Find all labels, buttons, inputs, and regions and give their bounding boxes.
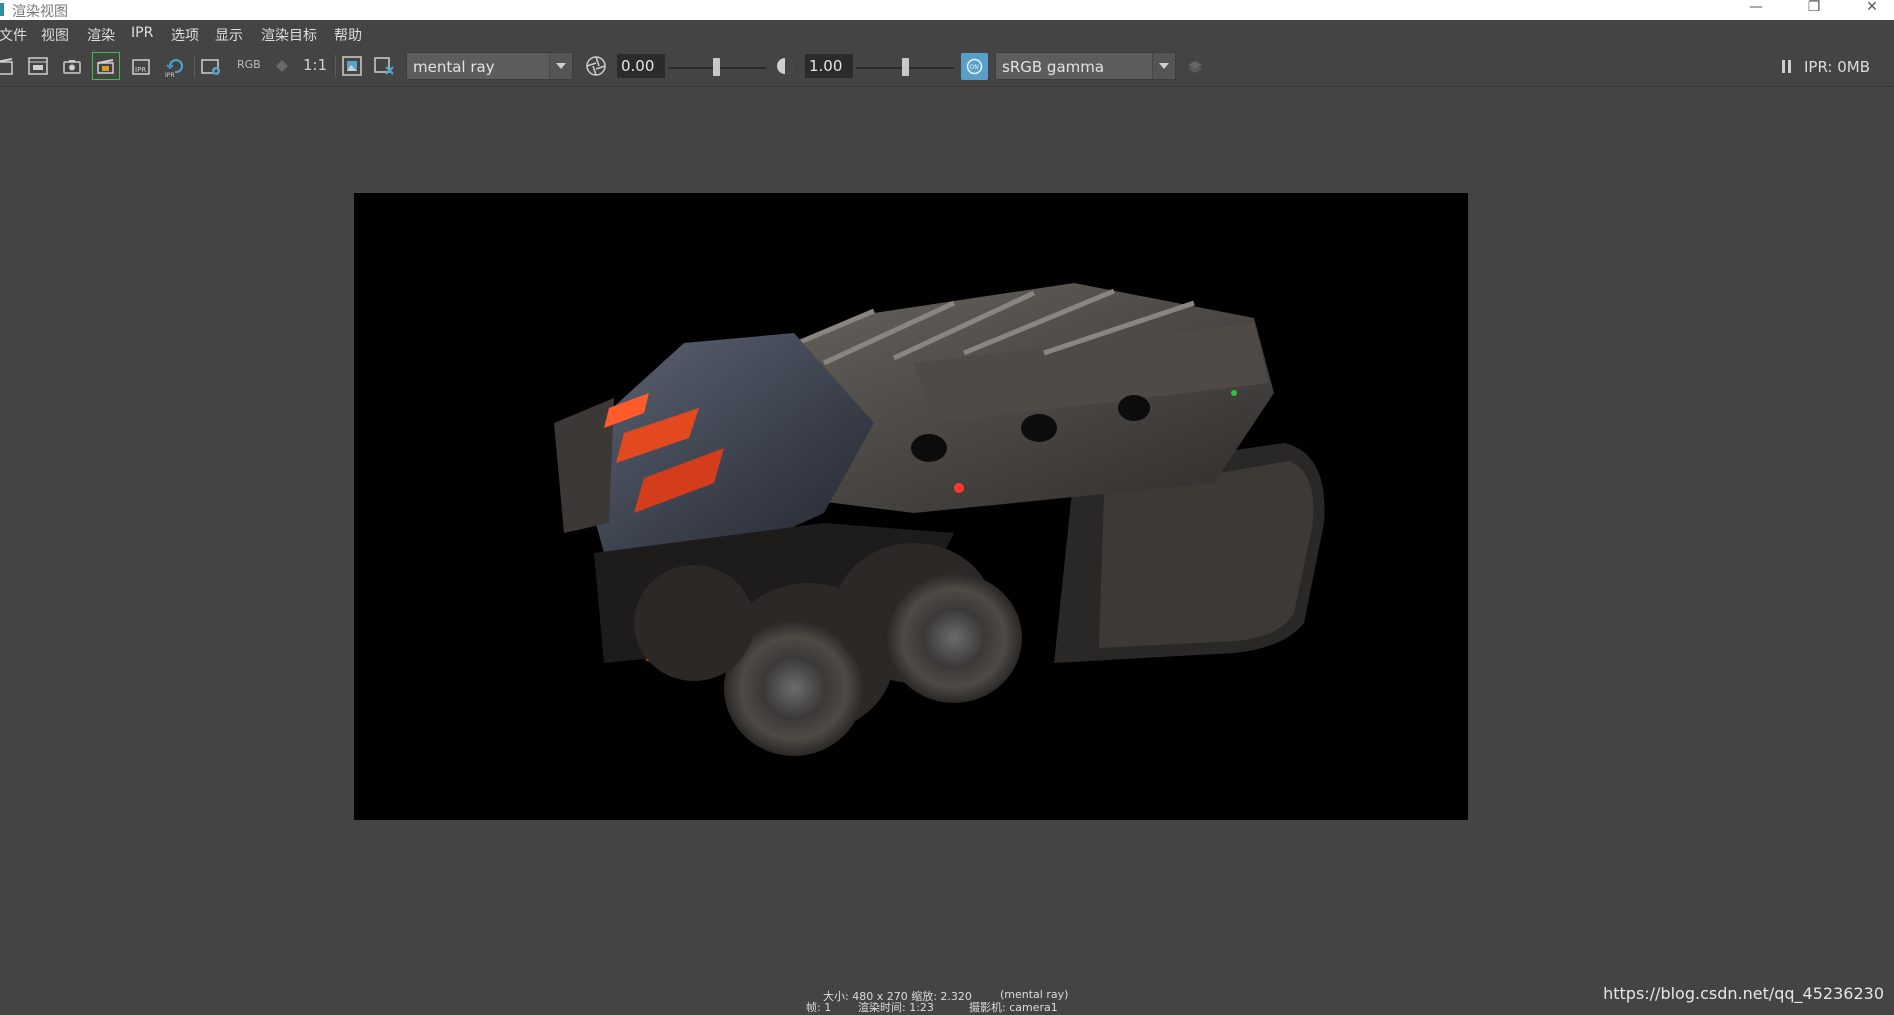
render-settings-icon[interactable]: [199, 54, 223, 78]
render-viewport[interactable]: 大小: 480 x 270 缩放: 2.320 (mental ray) 帧: …: [0, 87, 1894, 1014]
rgb-channels-button[interactable]: RGB: [237, 58, 261, 71]
pause-icon[interactable]: [1782, 60, 1792, 73]
color-space-dropdown-arrow[interactable]: [1152, 53, 1175, 79]
watermark: https://blog.csdn.net/qq_45236230: [1603, 984, 1884, 1003]
minimize-button[interactable]: —: [1733, 0, 1779, 19]
menu-render-target[interactable]: 渲染目标: [261, 25, 317, 45]
menu-display[interactable]: 显示: [215, 25, 243, 45]
menu-help[interactable]: 帮助: [334, 25, 362, 45]
svg-text:IPR: IPR: [135, 66, 146, 74]
menu-options[interactable]: 选项: [171, 25, 199, 45]
ipr-render-icon[interactable]: IPR: [129, 54, 153, 78]
exposure-input[interactable]: 0.00: [617, 54, 665, 78]
gamma-slider-handle[interactable]: [902, 58, 909, 76]
svg-text:ON: ON: [970, 64, 979, 71]
exposure-aperture-icon[interactable]: [584, 54, 608, 78]
footer-frame: 帧: 1: [806, 1001, 832, 1014]
footer-render-time: 渲染时间: 1:23: [858, 1001, 934, 1014]
app-icon: [0, 3, 4, 16]
ipr-memory-status: IPR: 0MB: [1804, 58, 1871, 76]
render-sequence-icon[interactable]: [92, 52, 120, 80]
exposure-slider-handle[interactable]: [713, 58, 720, 76]
toolbar: IPR IPR RGB 1:1 mental ray 0.00 1.00 ON …: [0, 46, 1894, 87]
maximize-button[interactable]: ❐: [1791, 0, 1837, 19]
toolbar-separator: [335, 55, 336, 77]
footer-camera: 摄影机: camera1: [969, 1001, 1058, 1014]
clapper-icon[interactable]: [0, 54, 16, 78]
color-management-icon[interactable]: ON: [961, 53, 988, 80]
menu-bar: 文件 视图 渲染 IPR 选项 显示 渲染目标 帮助: [0, 20, 1894, 46]
keep-image-icon[interactable]: [340, 54, 364, 78]
menu-ipr[interactable]: IPR: [131, 25, 153, 41]
color-space-dropdown[interactable]: sRGB gamma: [995, 52, 1176, 80]
gamma-input[interactable]: 1.00: [805, 54, 853, 78]
chevron-down-icon: [556, 63, 566, 69]
real-size-button[interactable]: 1:1: [303, 56, 327, 74]
alpha-channel-icon[interactable]: [270, 54, 294, 78]
window-title: 渲染视图: [12, 4, 68, 20]
toolbar-separator: [194, 55, 195, 77]
color-space-value: sRGB gamma: [1002, 58, 1105, 76]
rendered-vehicle: [554, 283, 1325, 756]
close-button[interactable]: ✕: [1849, 0, 1894, 19]
chevron-down-icon: [1159, 63, 1169, 69]
ipr-refresh-icon[interactable]: IPR: [163, 54, 187, 78]
renderer-value: mental ray: [413, 58, 495, 76]
render-region-icon[interactable]: [26, 54, 50, 78]
snapshot-camera-icon[interactable]: [60, 54, 84, 78]
menu-render[interactable]: 渲染: [87, 25, 115, 45]
menu-file[interactable]: 文件: [0, 25, 27, 45]
stack-icon[interactable]: [1183, 54, 1207, 78]
renderer-dropdown-arrow[interactable]: [549, 53, 572, 79]
remove-image-icon[interactable]: [372, 54, 396, 78]
rendered-image: [354, 193, 1468, 820]
svg-text:IPR: IPR: [165, 72, 175, 78]
menu-view[interactable]: 视图: [41, 25, 69, 45]
renderer-dropdown[interactable]: mental ray: [406, 52, 573, 80]
gamma-icon[interactable]: [773, 54, 797, 78]
title-bar: 渲染视图 — ❐ ✕: [0, 0, 1894, 20]
